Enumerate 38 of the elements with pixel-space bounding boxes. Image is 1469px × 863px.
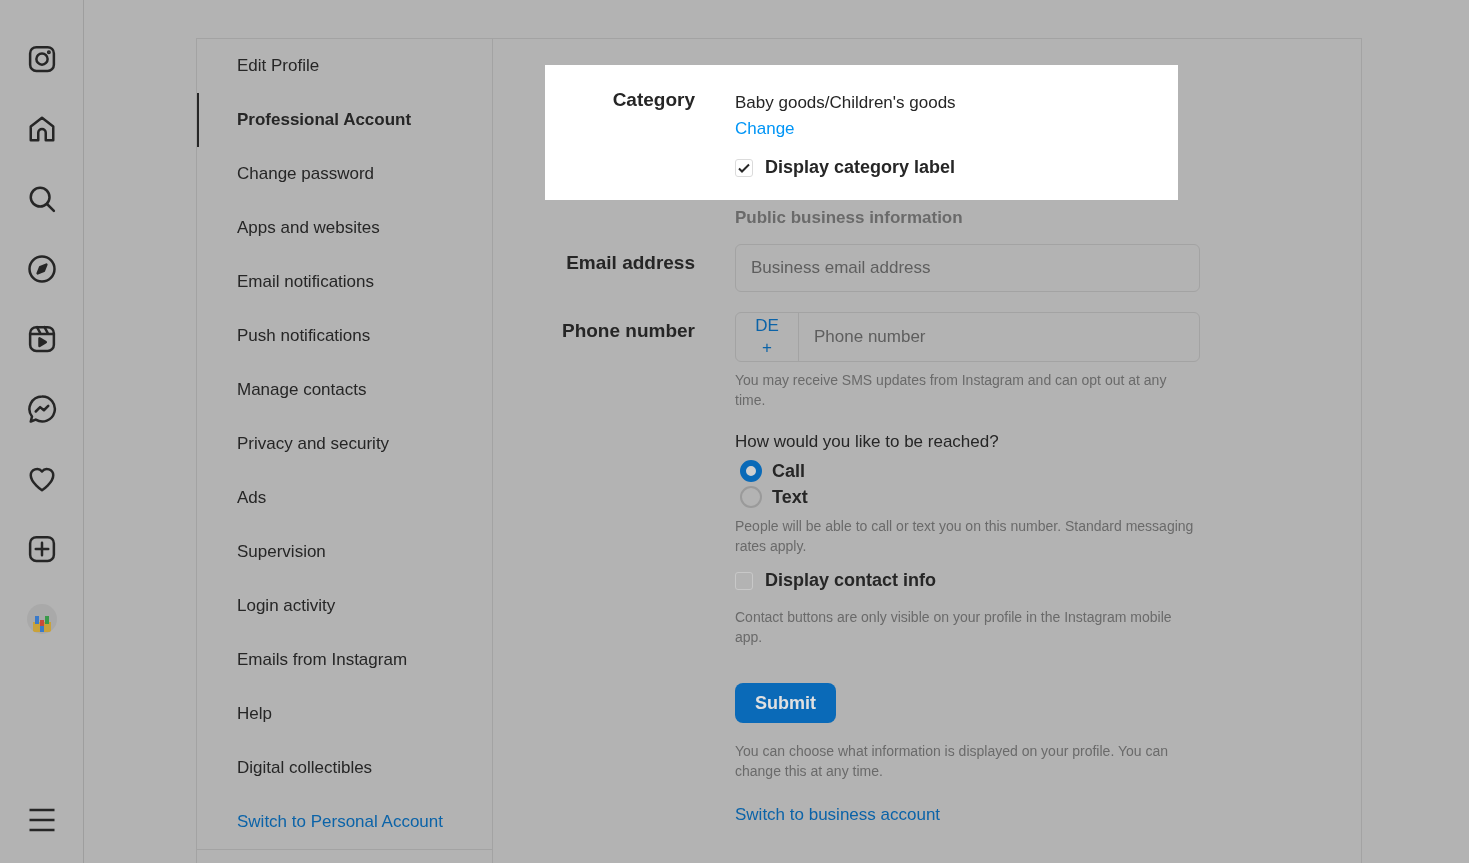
checkbox[interactable] bbox=[735, 158, 753, 177]
radio-icon[interactable] bbox=[740, 460, 762, 482]
settings-menu-item[interactable]: Edit Profile bbox=[197, 39, 492, 93]
video-play-icon[interactable] bbox=[26, 324, 57, 354]
settings-menu-item[interactable]: Push notifications bbox=[197, 309, 492, 363]
checkbox-label: Display category label bbox=[765, 157, 956, 178]
settings-menu-item[interactable]: Professional Account bbox=[197, 93, 492, 147]
email-input-field[interactable]: Business email address bbox=[735, 244, 1200, 292]
hint-text: Contact buttons are only visible on your profile in the Instagram mobile app. bbox=[735, 608, 1173, 647]
category-value: Baby goods/Children's goods bbox=[735, 93, 957, 113]
submit-button[interactable]: Submit bbox=[735, 683, 836, 723]
settings-menu-item[interactable]: Supervision bbox=[197, 525, 492, 579]
field-label: Phone number bbox=[562, 320, 695, 342]
settings-menu-item[interactable]: Manage contacts bbox=[197, 363, 492, 417]
radio-option[interactable]: Call bbox=[740, 458, 1200, 484]
field-label: Email address bbox=[566, 252, 695, 274]
question-text: How would you like to be reached? bbox=[735, 432, 1000, 452]
plus-square-icon[interactable] bbox=[26, 534, 57, 564]
chat-bubble-icon[interactable] bbox=[26, 394, 57, 424]
settings-menu-item[interactable]: Change password bbox=[197, 147, 492, 201]
settings-menu-item[interactable]: Email notifications bbox=[197, 255, 492, 309]
settings-menu-item[interactable]: Help bbox=[197, 687, 492, 741]
radio-icon[interactable] bbox=[740, 486, 762, 508]
settings-menu-item[interactable]: Emails from Instagram bbox=[197, 633, 492, 687]
hint-text: People will be able to call or text you on this number. Standard messaging rates apply. bbox=[735, 517, 1195, 556]
checkbox-label: Display contact info bbox=[765, 570, 937, 591]
camera-logo-icon[interactable] bbox=[26, 44, 57, 74]
radio-option[interactable]: Text bbox=[740, 484, 1200, 510]
settings-menu-item[interactable]: Digital collectibles bbox=[197, 741, 492, 795]
category-label: Category bbox=[612, 89, 695, 112]
hint-text: You may receive SMS updates from Instagram and can opt out at any time. bbox=[735, 371, 1168, 410]
section-heading: Public business information bbox=[735, 208, 964, 228]
settings-menu-item[interactable]: Ads bbox=[197, 471, 492, 525]
note-text: You can choose what information is displayed on your profile. You can change this at any time. bbox=[735, 742, 1169, 781]
settings-menu-item[interactable]: Apps and websites bbox=[197, 201, 492, 255]
settings-menu-item[interactable]: Privacy and security bbox=[197, 417, 492, 471]
settings-menu-item[interactable]: Login activity bbox=[197, 579, 492, 633]
compass-icon[interactable] bbox=[26, 254, 57, 284]
